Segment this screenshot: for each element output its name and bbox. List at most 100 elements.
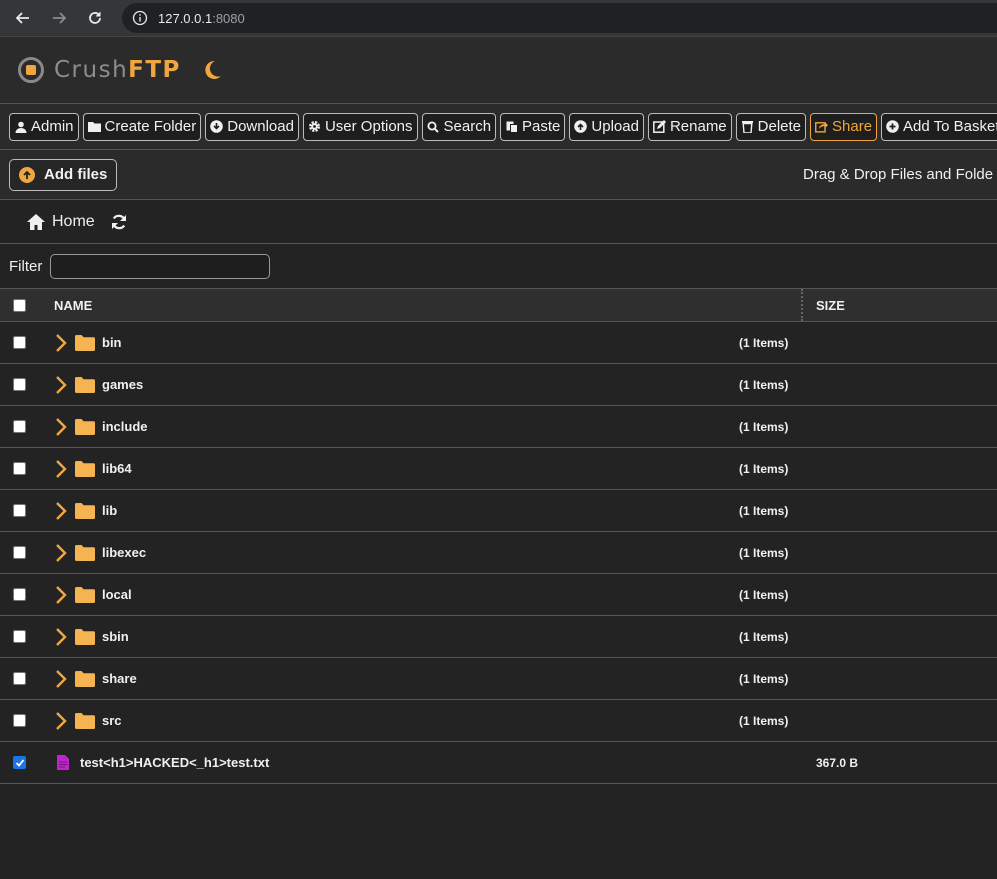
arrow-up-circle-icon [19, 166, 35, 183]
row-item-count: (1 Items) [739, 587, 789, 602]
table-row[interactable]: games (1 Items) [0, 364, 997, 406]
row-item-count: (1 Items) [739, 503, 789, 518]
row-name[interactable]: share [102, 671, 137, 686]
browser-toolbar: 127.0.0.1:8080 [0, 0, 997, 36]
forward-button[interactable] [46, 5, 72, 31]
row-name[interactable]: src [102, 713, 122, 728]
rename-button[interactable]: Rename [647, 112, 732, 141]
column-resize-handle[interactable] [801, 289, 803, 321]
row-size: 367.0 B [816, 755, 859, 770]
delete-label: Delete [757, 118, 802, 135]
chevron-right-icon[interactable] [55, 543, 67, 562]
moon-icon[interactable] [201, 59, 223, 81]
row-checkbox[interactable] [13, 504, 26, 517]
row-checkbox[interactable] [13, 546, 26, 559]
filter-input[interactable] [50, 253, 271, 279]
row-name[interactable]: lib [102, 503, 117, 518]
row-name[interactable]: test<h1>HACKED<_h1>test.txt [80, 755, 269, 770]
action-toolbar: Admin Create Folder Download User Option… [0, 104, 997, 150]
home-icon[interactable] [26, 213, 46, 231]
user-icon [14, 120, 27, 133]
row-name[interactable]: games [102, 377, 143, 392]
arrow-right-icon [53, 12, 67, 24]
row-name[interactable]: local [102, 587, 132, 602]
row-name[interactable]: sbin [102, 629, 129, 644]
back-button[interactable] [10, 5, 36, 31]
folder-icon [75, 460, 95, 477]
chevron-right-icon[interactable] [55, 459, 67, 478]
url-port: :8080 [212, 10, 245, 26]
chevron-right-icon[interactable] [55, 669, 67, 688]
app-header: Crush FTP [0, 36, 997, 104]
row-checkbox[interactable] [13, 378, 26, 391]
folder-icon [75, 586, 95, 603]
row-name[interactable]: bin [102, 335, 122, 350]
rename-label: Rename [669, 118, 727, 135]
table-row[interactable]: include (1 Items) [0, 406, 997, 448]
chevron-right-icon[interactable] [55, 627, 67, 646]
table-row[interactable]: lib (1 Items) [0, 490, 997, 532]
refresh-icon[interactable] [111, 214, 127, 230]
select-all-checkbox[interactable] [13, 298, 26, 312]
row-name[interactable]: libexec [102, 545, 146, 560]
file-list: bin (1 Items) games (1 Items) include (1 Item… [0, 322, 997, 784]
column-header-name[interactable]: NAME [54, 298, 92, 313]
user-options-button[interactable]: User Options [302, 112, 418, 141]
crushftp-logo[interactable]: Crush FTP [18, 57, 181, 83]
table-row[interactable]: bin (1 Items) [0, 322, 997, 364]
info-icon[interactable] [132, 10, 148, 26]
folder-icon [75, 544, 95, 561]
row-item-count: (1 Items) [739, 461, 789, 476]
admin-button[interactable]: Admin [9, 112, 79, 141]
column-header-size[interactable]: SIZE [816, 298, 845, 313]
row-checkbox[interactable] [13, 714, 26, 727]
row-checkbox[interactable] [13, 756, 26, 769]
reload-icon [89, 12, 101, 24]
table-row[interactable]: local (1 Items) [0, 574, 997, 616]
row-checkbox[interactable] [13, 420, 26, 433]
share-button[interactable]: Share [810, 112, 878, 141]
search-icon [427, 120, 440, 133]
create-folder-button[interactable]: Create Folder [82, 112, 202, 141]
breadcrumb-home[interactable]: Home [52, 213, 95, 231]
chevron-right-icon[interactable] [55, 333, 67, 352]
download-button[interactable]: Download [205, 112, 299, 141]
delete-button[interactable]: Delete [735, 112, 807, 141]
table-row[interactable]: sbin (1 Items) [0, 616, 997, 658]
table-row[interactable]: libexec (1 Items) [0, 532, 997, 574]
upload-button[interactable]: Upload [569, 112, 644, 141]
create-folder-label: Create Folder [104, 118, 197, 135]
chevron-right-icon[interactable] [55, 711, 67, 730]
chevron-right-icon[interactable] [55, 501, 67, 520]
row-item-count: (1 Items) [739, 545, 789, 560]
add-files-button[interactable]: Add files [9, 158, 118, 191]
folder-icon [87, 120, 101, 133]
paste-button[interactable]: Paste [500, 112, 566, 141]
add-to-basket-button[interactable]: Add To Basket [881, 112, 997, 141]
table-row[interactable]: lib64 (1 Items) [0, 448, 997, 490]
address-bar[interactable]: 127.0.0.1:8080 [122, 3, 997, 33]
folder-icon [75, 502, 95, 519]
row-item-count: (1 Items) [739, 419, 789, 434]
row-checkbox[interactable] [13, 462, 26, 475]
search-label: Search [443, 118, 492, 135]
table-row[interactable]: share (1 Items) [0, 658, 997, 700]
chevron-right-icon[interactable] [55, 375, 67, 394]
row-checkbox[interactable] [13, 588, 26, 601]
row-checkbox[interactable] [13, 672, 26, 685]
row-name[interactable]: include [102, 419, 148, 434]
row-checkbox[interactable] [13, 336, 26, 349]
row-checkbox[interactable] [13, 630, 26, 643]
row-name[interactable]: lib64 [102, 461, 132, 476]
logo-text-ftp: FTP [128, 57, 181, 83]
chevron-right-icon[interactable] [55, 417, 67, 436]
upload-icon [574, 120, 588, 133]
table-row[interactable]: test<h1>HACKED<_h1>test.txt 367.0 B [0, 742, 997, 784]
upload-label: Upload [591, 118, 639, 135]
reload-button[interactable] [82, 5, 108, 31]
add-files-label: Add files [44, 166, 108, 183]
search-button[interactable]: Search [421, 112, 497, 141]
row-item-count: (1 Items) [739, 629, 789, 644]
chevron-right-icon[interactable] [55, 585, 67, 604]
table-row[interactable]: src (1 Items) [0, 700, 997, 742]
